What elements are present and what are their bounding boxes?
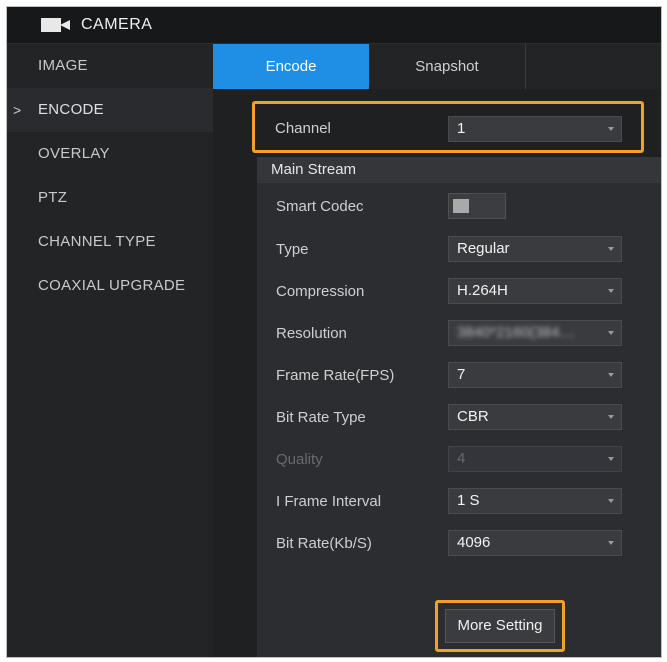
content-area: Channel 1 Main Stream Smart Codec Type R… [213, 89, 661, 657]
main-stream-header: Main Stream [257, 157, 661, 183]
bit-rate-type-value: CBR [457, 408, 489, 425]
quality-value: 4 [457, 450, 466, 467]
more-setting-highlight [435, 600, 565, 652]
sidebar: IMAGE > ENCODE OVERLAY PTZ CHANNEL TYPE … [7, 44, 213, 657]
frame-rate-value: 7 [457, 366, 466, 383]
tab-encode[interactable]: Encode [213, 44, 369, 89]
sidebar-item-label: OVERLAY [38, 145, 110, 162]
compression-value: H.264H [457, 282, 508, 299]
sidebar-item-ptz[interactable]: PTZ [7, 176, 213, 220]
tab-snapshot[interactable]: Snapshot [369, 44, 526, 89]
sidebar-item-label: ENCODE [38, 101, 104, 118]
chevron-down-icon [608, 247, 614, 251]
sidebar-item-label: IMAGE [38, 57, 88, 74]
compression-select[interactable]: H.264H [448, 278, 622, 304]
bit-rate-label: Bit Rate(Kb/S) [276, 535, 372, 552]
bit-rate-select[interactable]: 4096 [448, 530, 622, 556]
chevron-down-icon [608, 415, 614, 419]
type-value: Regular [457, 240, 510, 257]
quality-label: Quality [276, 451, 323, 468]
toggle-knob [453, 199, 469, 213]
bit-rate-type-select[interactable]: CBR [448, 404, 622, 430]
sidebar-item-label: COAXIAL UPGRADE [38, 277, 186, 294]
camera-icon [41, 18, 71, 32]
sidebar-item-label: CHANNEL TYPE [38, 233, 156, 250]
resolution-value: 3840*2160(384… [457, 324, 575, 341]
window-title: CAMERA [81, 16, 153, 33]
sidebar-item-encode[interactable]: > ENCODE [7, 88, 213, 132]
tab-bar: Encode Snapshot [213, 44, 661, 89]
quality-select: 4 [448, 446, 622, 472]
i-frame-interval-label: I Frame Interval [276, 493, 382, 510]
chevron-down-icon [608, 331, 614, 335]
chevron-down-icon [608, 541, 614, 545]
smart-codec-label: Smart Codec [276, 198, 364, 215]
sidebar-item-label: PTZ [38, 189, 68, 206]
channel-highlight [252, 101, 644, 153]
bit-rate-type-label: Bit Rate Type [276, 409, 366, 426]
type-label: Type [276, 241, 309, 258]
frame-rate-label: Frame Rate(FPS) [276, 367, 395, 384]
frame-rate-select[interactable]: 7 [448, 362, 622, 388]
resolution-select[interactable]: 3840*2160(384… [448, 320, 622, 346]
compression-label: Compression [276, 283, 365, 300]
sidebar-item-channel-type[interactable]: CHANNEL TYPE [7, 220, 213, 264]
type-select[interactable]: Regular [448, 236, 622, 262]
chevron-down-icon [608, 289, 614, 293]
camera-settings-window: CAMERA IMAGE > ENCODE OVERLAY PTZ CHANNE… [6, 6, 662, 658]
sidebar-item-overlay[interactable]: OVERLAY [7, 132, 213, 176]
chevron-down-icon [608, 499, 614, 503]
sidebar-item-coaxial-upgrade[interactable]: COAXIAL UPGRADE [7, 264, 213, 308]
i-frame-interval-select[interactable]: 1 S [448, 488, 622, 514]
chevron-right-icon: > [13, 102, 22, 118]
smart-codec-toggle[interactable] [448, 193, 506, 219]
i-frame-interval-value: 1 S [457, 492, 480, 509]
title-bar: CAMERA [7, 7, 661, 44]
chevron-down-icon [608, 457, 614, 461]
resolution-label: Resolution [276, 325, 347, 342]
sidebar-item-image[interactable]: IMAGE [7, 44, 213, 88]
chevron-down-icon [608, 373, 614, 377]
bit-rate-value: 4096 [457, 534, 491, 551]
